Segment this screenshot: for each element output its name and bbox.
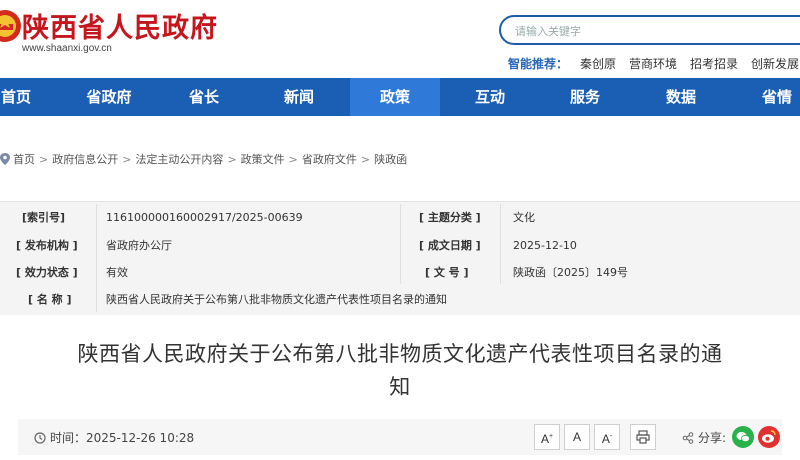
publish-time-text: 时间：2025-12-26 10:28 [50, 431, 195, 445]
article-title-line: 知 [389, 375, 411, 399]
publish-time: 时间：2025-12-26 10:28 [34, 429, 194, 446]
nav-item-service[interactable]: 服务 [545, 78, 625, 116]
print-icon [636, 430, 650, 444]
smart-recommend-label: 智能推荐： [508, 57, 569, 71]
nav-item-home[interactable]: 首页 [0, 78, 36, 116]
font-reset-button[interactable]: A [564, 424, 590, 450]
breadcrumb-separator: > [227, 152, 237, 166]
date-value: 2025-12-10 [513, 239, 577, 252]
smart-link[interactable]: 秦创原 [580, 55, 616, 72]
share-icon [682, 431, 694, 444]
weibo-share-button[interactable] [758, 426, 780, 448]
smart-link[interactable]: 创新发展 [751, 55, 799, 72]
nav-item-news[interactable]: 新闻 [259, 78, 339, 116]
font-large-label: A [540, 432, 549, 446]
org-value: 省政府办公厅 [106, 239, 172, 252]
breadcrumb-item[interactable]: 政府信息公开 [52, 151, 118, 167]
print-button[interactable] [630, 424, 656, 450]
breadcrumb-item[interactable]: 法定主动公开内容 [135, 151, 223, 167]
font-medium-label: A [572, 430, 581, 444]
share-label: 分享: [698, 431, 727, 445]
font-small-label: A [601, 432, 610, 446]
breadcrumb-item-current: 陕政函 [374, 153, 408, 166]
nav-item-government[interactable]: 省政府 [64, 78, 154, 116]
name-value: 陕西省人民政府关于公布第八批非物质文化遗产代表性项目名录的通知 [106, 293, 447, 306]
docno-value: 陕政函〔2025〕149号 [513, 266, 628, 279]
date-label: [ 成文日期 ] [419, 239, 481, 252]
smart-link[interactable]: 营商环境 [629, 55, 677, 72]
article-title: 陕西省人民政府关于公布第八批非物质文化遗产代表性项目名录的通 知 [40, 338, 760, 404]
topic-value: 文化 [513, 211, 535, 224]
index-value: 116100000160002917/2025-00639 [106, 211, 303, 224]
national-emblem-icon [0, 10, 21, 42]
breadcrumb-separator: > [288, 152, 298, 166]
breadcrumb-separator: > [122, 152, 132, 166]
nav-item-governor[interactable]: 省长 [164, 78, 244, 116]
site-url: www.shaanxi.gov.cn [22, 43, 112, 54]
share-group: 分享: [682, 429, 726, 446]
breadcrumb-separator: > [39, 152, 49, 166]
article-toolbar: 时间：2025-12-26 10:28 A+ A A- 分享: [18, 419, 782, 455]
clock-icon [34, 431, 46, 444]
search-input[interactable] [515, 22, 775, 40]
table-divider [400, 204, 401, 284]
table-divider [96, 204, 97, 312]
nav-item-province-info[interactable]: 省情 [737, 78, 800, 116]
status-label: [ 效力状态 ] [16, 266, 78, 279]
weibo-icon [762, 430, 776, 443]
name-label: [ 名 称 ] [28, 293, 72, 306]
main-nav: 首页 省政府 省长 新闻 政策 互动 服务 数据 省情 [0, 78, 800, 116]
article-title-line: 陕西省人民政府关于公布第八批非物质文化遗产代表性项目名录的通 [77, 342, 723, 366]
location-pin-icon [0, 153, 10, 165]
font-increase-button[interactable]: A+ [534, 424, 560, 450]
nav-item-interaction[interactable]: 互动 [450, 78, 530, 116]
font-decrease-button[interactable]: A- [594, 424, 620, 450]
site-header: 陕西省人民政府 www.shaanxi.gov.cn 智能推荐： 秦创原 营商环… [0, 0, 800, 78]
breadcrumb-item[interactable]: 省政府文件 [302, 151, 357, 167]
breadcrumb-item[interactable]: 政策文件 [241, 151, 285, 167]
site-title[interactable]: 陕西省人民政府 [22, 6, 218, 45]
table-divider [500, 204, 501, 284]
smart-recommend-links: 秦创原 营商环境 招考招录 创新发展 [580, 55, 799, 72]
docno-label: [ 文 号 ] [425, 266, 469, 279]
wechat-share-button[interactable] [732, 426, 754, 448]
info-row: [ 名 称 ] 陕西省人民政府关于公布第八批非物质文化遗产代表性项目名录的通知 [0, 286, 800, 314]
index-label: [索引号] [22, 211, 66, 224]
breadcrumb: 首页 > 政府信息公开 > 法定主动公开内容 > 政策文件 > 省政府文件 > … [0, 151, 407, 167]
status-value: 有效 [106, 266, 128, 279]
nav-item-data[interactable]: 数据 [641, 78, 721, 116]
nav-item-policy[interactable]: 政策 [350, 78, 440, 116]
breadcrumb-separator: > [360, 152, 371, 166]
search-box[interactable] [499, 15, 800, 45]
smart-link[interactable]: 招考招录 [690, 55, 738, 72]
wechat-icon [736, 432, 750, 443]
topic-label: [ 主题分类 ] [419, 211, 481, 224]
breadcrumb-item[interactable]: 首页 [13, 151, 35, 167]
org-label: [ 发布机构 ] [16, 239, 78, 252]
